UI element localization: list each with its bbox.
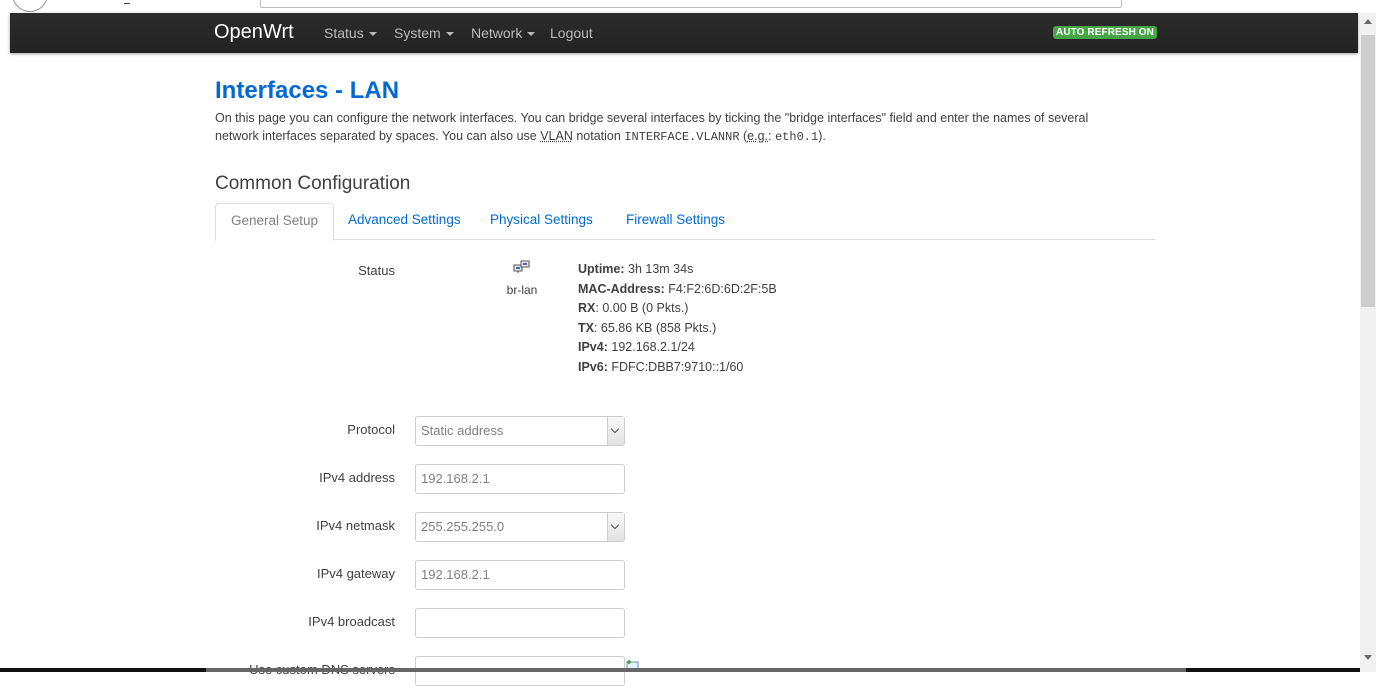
network-device-icon [513, 260, 530, 273]
interface-name: br-lan [506, 283, 538, 297]
caret-down-icon [527, 32, 536, 37]
ipv4-broadcast-label: IPv4 broadcast [308, 614, 395, 629]
intro-text: ). [818, 129, 826, 143]
ipv4-gateway-input[interactable]: 192.168.2.1 [415, 560, 625, 590]
caret-down-icon [445, 32, 454, 37]
scroll-up-arrow-icon[interactable] [1364, 19, 1372, 24]
status-key: IPv6: [578, 359, 608, 374]
dropdown-arrow-icon[interactable] [607, 417, 624, 445]
status-key: IPv4: [578, 340, 608, 355]
ipv4-netmask-select[interactable]: 255.255.255.0 [415, 512, 625, 542]
bottom-edge-bar [0, 668, 1360, 672]
vlan-abbr: VLAN [540, 129, 573, 143]
status-tx-row: TX: 65.86 KB (858 Pkts.) [578, 319, 777, 339]
browser-toolbar [0, 0, 1360, 13]
dropdown-arrow-icon[interactable] [607, 513, 624, 541]
tab-general-setup[interactable]: General Setup [215, 203, 335, 241]
status-details: Uptime: 3h 13m 34s MAC-Address: F4:F2:6D… [578, 260, 777, 378]
ipv4-address-input[interactable]: 192.168.2.1 [415, 464, 625, 494]
status-key: Uptime: [578, 262, 625, 276]
tab-physical-settings[interactable]: Physical Settings [475, 203, 608, 238]
status-value: FDFC:DBB7:9710::1/60 [611, 359, 744, 374]
status-key: RX [578, 301, 596, 316]
ipv4-broadcast-input[interactable] [415, 608, 625, 638]
section-title: Common Configuration [215, 173, 411, 194]
auto-refresh-badge[interactable]: AUTO REFRESH ON [1053, 26, 1157, 39]
ipv4-address-label: IPv4 address [319, 470, 395, 485]
nav-system-label: System [394, 25, 441, 41]
nav-status-label: Status [324, 25, 364, 41]
intro-text: : [768, 129, 775, 143]
nav-logout-link[interactable]: Logout [550, 25, 593, 41]
status-ipv6-row: IPv6: FDFC:DBB7:9710::1/60 [578, 358, 777, 378]
status-key: MAC-Address: [578, 281, 665, 296]
protocol-label: Protocol [347, 422, 395, 437]
status-mac-row: MAC-Address: F4:F2:6D:6D:2F:5B [578, 280, 777, 300]
caret-down-icon [368, 32, 377, 37]
eg-abbr: e.g. [747, 129, 769, 143]
status-rx-row: RX: 0.00 B (0 Pkts.) [578, 299, 777, 319]
browser-address-bar[interactable] [260, 0, 1122, 8]
intro-text: notation [572, 129, 625, 143]
brand-logo[interactable]: OpenWrt [214, 21, 294, 44]
nav-network-label: Network [471, 25, 523, 41]
scrollbar-thumb[interactable] [1361, 35, 1375, 307]
netmask-selected-value: 255.255.255.0 [421, 519, 505, 534]
status-value: 3h 13m 34s [628, 262, 694, 276]
ipv4-gateway-label: IPv4 gateway [316, 566, 395, 581]
browser-back-button[interactable] [12, 0, 48, 12]
eth-example-code: eth0.1 [774, 130, 819, 144]
nav-status-menu[interactable]: Status [324, 25, 377, 41]
interface-vlannr-code: INTERFACE.VLANNR [624, 130, 740, 144]
nav-network-menu[interactable]: Network [471, 25, 536, 41]
vertical-scrollbar[interactable] [1360, 13, 1376, 672]
status-value: : 0.00 B (0 Pkts.) [595, 301, 689, 316]
status-ipv4-row: IPv4: 192.168.2.1/24 [578, 338, 777, 358]
intro-text: ( [739, 129, 748, 143]
scroll-down-arrow-icon[interactable] [1364, 655, 1372, 660]
nav-system-menu[interactable]: System [394, 25, 454, 41]
protocol-select[interactable]: Static address [415, 416, 625, 446]
status-value: : 65.86 KB (858 Pkts.) [593, 320, 717, 335]
top-navbar: OpenWrt Status System Network Logout AUT… [10, 13, 1358, 53]
tab-advanced-settings[interactable]: Advanced Settings [333, 203, 476, 238]
status-value: F4:F2:6D:6D:2F:5B [668, 281, 777, 296]
page-title: Interfaces - LAN [215, 77, 400, 104]
status-key: TX [578, 320, 594, 335]
tab-firewall-settings[interactable]: Firewall Settings [611, 203, 740, 238]
page-description: On this page you can configure the netwo… [215, 109, 1135, 146]
status-value: 192.168.2.1/24 [611, 340, 695, 355]
protocol-selected-value: Static address [421, 423, 504, 438]
browser-page-icon [124, 0, 130, 4]
config-tabs: General Setup Advanced Settings Physical… [215, 203, 1155, 241]
status-uptime-row: Uptime: 3h 13m 34s [578, 260, 777, 280]
ipv4-netmask-label: IPv4 netmask [316, 518, 395, 533]
status-label: Status [358, 263, 395, 278]
